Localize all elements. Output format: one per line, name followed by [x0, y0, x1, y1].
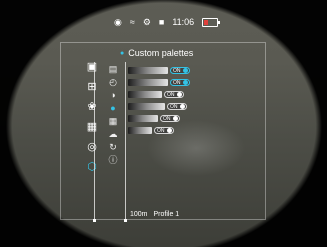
grid-icon[interactable]: ▦ [85, 120, 99, 134]
palette-toggle[interactable]: ON [170, 67, 190, 74]
globe-icon[interactable]: ● [107, 103, 119, 113]
wifi-icon: ≈ [129, 17, 135, 27]
marker-right [124, 219, 127, 222]
palette-toggle[interactable]: ON [160, 115, 180, 122]
status-bar: ◉ ≈ ⚙ ■ 11:06 [114, 16, 221, 28]
palette-grid-icon[interactable]: ▦ [107, 116, 119, 126]
battery-icon [202, 17, 221, 27]
palette-toggle[interactable]: ON [167, 103, 187, 110]
picture-in-picture-icon[interactable]: ▣ [85, 60, 99, 74]
palette-swatch [128, 91, 162, 98]
divider-left [94, 62, 95, 222]
info-icon[interactable]: ⓘ [107, 155, 119, 165]
palette-swatch [128, 127, 152, 134]
page-title: ● Custom palettes [120, 46, 220, 60]
palette-row[interactable]: ON [128, 78, 193, 87]
settings-hex-icon[interactable]: ⬡ [85, 160, 99, 174]
clock-time: 11:06 [172, 17, 195, 27]
profile-name: Profile 1 [153, 211, 180, 218]
calendar-icon[interactable]: ▤ [107, 64, 119, 74]
menu-icons: ▤ ◴ ◑ ● ▦ ☁ ↻ ⓘ [104, 64, 122, 180]
palette-swatch [128, 79, 168, 86]
palette-toggle[interactable]: ON [164, 91, 184, 98]
gear-cluster-icon[interactable]: ❀ [85, 100, 99, 114]
divider-right [125, 62, 126, 222]
clock-icon[interactable]: ◴ [107, 77, 119, 87]
plus-square-icon[interactable]: ⊞ [85, 80, 99, 94]
palette-swatch [128, 103, 165, 110]
card-icon: ■ [158, 17, 165, 27]
contrast-icon[interactable]: ◑ [107, 90, 119, 100]
bullet-icon: ● [120, 49, 125, 57]
eye-icon: ◉ [114, 16, 122, 27]
palette-toggle[interactable]: ON [154, 127, 174, 134]
palette-toggle[interactable]: ON [170, 79, 190, 86]
gear-circle-icon: ⚙ [142, 16, 151, 27]
palette-swatch [128, 115, 158, 122]
palette-row[interactable]: ON [128, 102, 193, 111]
download-icon[interactable]: ☁ [107, 129, 119, 139]
bottom-status: 100m Profile 1 [130, 211, 179, 218]
refresh-icon[interactable]: ↻ [107, 142, 119, 152]
palette-list: ON ON ON ON ON ON [128, 66, 193, 135]
palette-row[interactable]: ON [128, 114, 193, 123]
target-icon[interactable]: ◎ [85, 140, 99, 154]
palette-row[interactable]: ON [128, 66, 193, 75]
left-nav: ▣ ⊞ ❀ ▦ ◎ ⬡ [78, 60, 106, 178]
distance-readout: 100m [130, 211, 148, 218]
title-label: Custom palettes [128, 48, 194, 58]
palette-swatch [128, 67, 168, 74]
palette-row[interactable]: ON [128, 126, 193, 135]
marker-left [93, 219, 96, 222]
palette-row[interactable]: ON [128, 90, 193, 99]
